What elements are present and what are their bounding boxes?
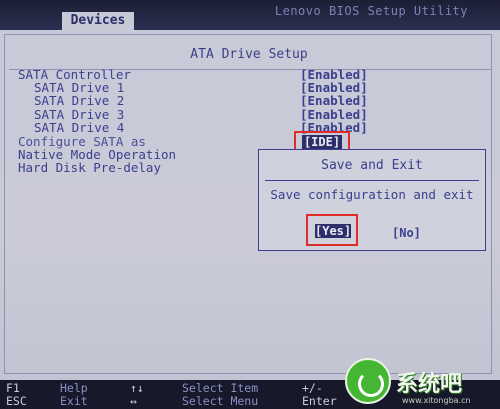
leftright-desc: Select Menu bbox=[182, 394, 259, 408]
section-title: ATA Drive Setup bbox=[190, 47, 308, 62]
watermark-logo-icon bbox=[345, 358, 391, 404]
setting-sata-drive-2[interactable]: SATA Drive 2 bbox=[34, 94, 124, 108]
dialog-message: Save configuration and exit bbox=[270, 187, 474, 202]
esc-desc: Exit bbox=[60, 394, 88, 408]
enter-key: Enter bbox=[302, 394, 337, 408]
dialog-divider bbox=[265, 180, 479, 181]
yes-button-highlight[interactable]: [Yes] bbox=[306, 214, 358, 246]
watermark-url: www.xitongba.cn bbox=[402, 396, 471, 405]
no-button[interactable]: [No] bbox=[392, 226, 421, 240]
save-exit-dialog: Save and Exit Save configuration and exi… bbox=[258, 149, 486, 251]
value-sata-drive-2[interactable]: [Enabled] bbox=[300, 94, 368, 108]
tab-devices[interactable]: Devices bbox=[62, 12, 134, 30]
setting-hard-disk-pre-delay[interactable]: Hard Disk Pre-delay bbox=[18, 161, 161, 175]
main-panel: ATA Drive Setup SATA Controller [Enabled… bbox=[0, 30, 500, 380]
app-title: Lenovo BIOS Setup Utility bbox=[274, 4, 468, 18]
setting-sata-drive-4[interactable]: SATA Drive 4 bbox=[34, 121, 124, 135]
watermark-brand: 系统吧 bbox=[396, 372, 463, 397]
dialog-title: Save and Exit bbox=[321, 158, 423, 173]
yes-button[interactable]: [Yes] bbox=[315, 224, 351, 238]
value-configure-sata-as[interactable]: [IDE] bbox=[302, 135, 342, 149]
leftright-arrows-icon: ↔ bbox=[130, 394, 137, 408]
esc-key: ESC bbox=[6, 394, 27, 408]
top-bar: Devices Lenovo BIOS Setup Utility bbox=[0, 0, 500, 30]
